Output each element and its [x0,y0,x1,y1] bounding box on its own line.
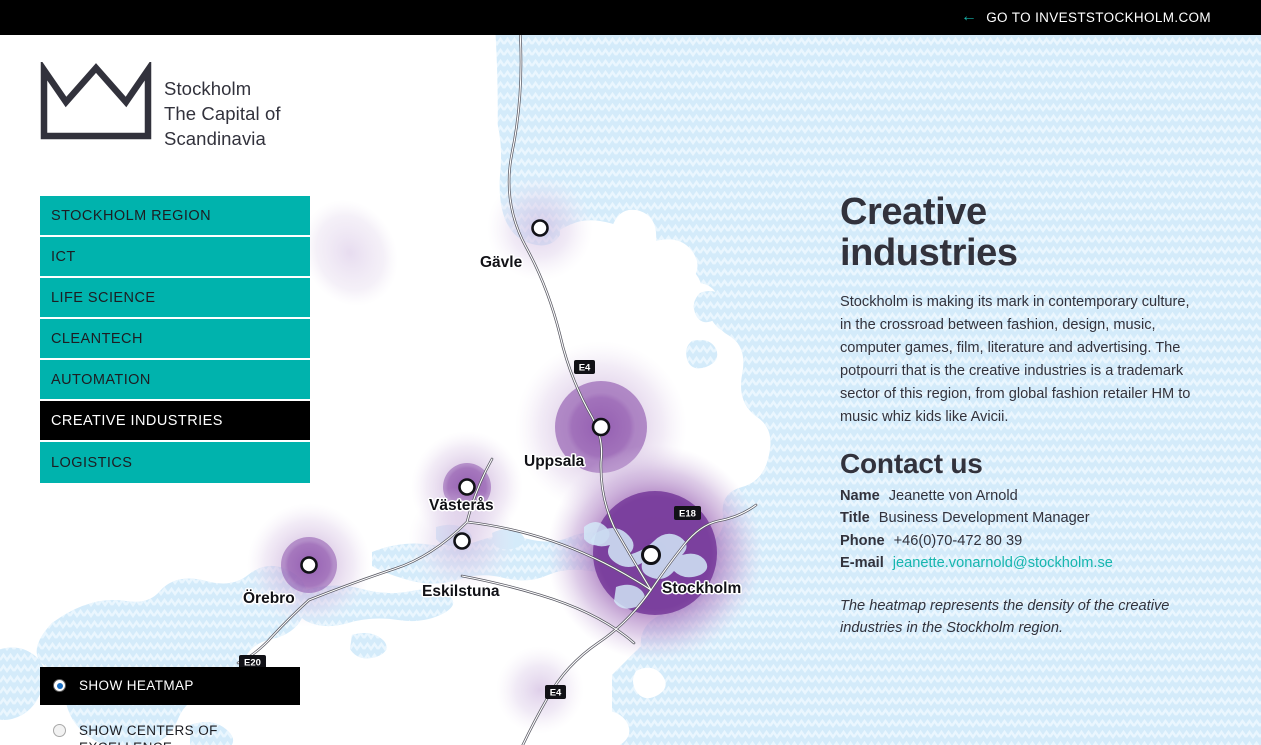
heat-south [496,646,584,734]
crown-icon [40,62,152,140]
svg-text:E4: E4 [579,363,591,374]
contact-key-phone: Phone [840,532,885,549]
app-root: E4 E18 E20 E4 Gävle Uppsala Västerås Esk… [0,0,1261,745]
svg-text:E4: E4 [550,688,562,699]
contact-row-name: Name Jeanette von Arnold [840,485,1212,507]
sector-nav: STOCKHOLM REGION ICT LIFE SCIENCE CLEANT… [40,196,310,483]
nav-label: CLEANTECH [51,330,143,347]
heatmap-note: The heatmap represents the density of th… [840,597,1170,636]
contact-key-title: Title [840,510,870,527]
contact-value-phone: +46(0)70-472 80 39 [893,532,1023,549]
road-badge-e18: E18 [674,506,701,520]
arrow-left-icon: ← [960,7,978,25]
contact-row-email: E-mail jeanette.vonarnold@stockholm.se [840,552,1212,574]
nav-item-logistics[interactable]: LOGISTICS [40,442,310,483]
radio-show-centers-label: SHOW CENTERS OF EXCELLENCE [79,723,218,745]
nav-label: STOCKHOLM REGION [51,207,212,224]
nav-item-ict[interactable]: ICT [40,237,310,278]
contact-value-title: Business Development Manager [878,510,1090,527]
nav-label: AUTOMATION [51,371,151,388]
contact-heading: Contact us [840,447,983,479]
top-bar: ← GO TO INVESTSTOCKHOLM.COM [0,0,1261,35]
city-marker-vasteras [458,478,476,496]
nav-item-creative-industries[interactable]: CREATIVE INDUSTRIES [40,401,310,442]
contact-key-name: Name [840,488,880,505]
nav-label: ICT [51,248,76,265]
nav-item-stockholm-region[interactable]: STOCKHOLM REGION [40,196,310,237]
nav-label: LOGISTICS [51,454,133,471]
nav-item-life-science[interactable]: LIFE SCIENCE [40,278,310,319]
city-marker-stockholm [641,545,661,565]
city-marker-uppsala [591,417,611,437]
contact-row-phone: Phone +46(0)70-472 80 39 [840,530,1212,552]
contact-value-name: Jeanette von Arnold [888,488,1018,505]
sector-info-panel: Creative industries Stockholm is making … [840,191,1212,639]
radio-show-centers-of-excellence[interactable]: SHOW CENTERS OF EXCELLENCE [40,714,300,745]
road-badge-e4-south: E4 [545,685,566,699]
sector-description: Stockholm is making its mark in contempo… [840,294,1191,425]
contact-row-title: Title Business Development Manager [840,507,1212,529]
nav-item-automation[interactable]: AUTOMATION [40,360,310,401]
city-marker-orebro [300,556,318,574]
road-badge-e4-north: E4 [574,360,595,374]
radio-show-heatmap-label: SHOW HEATMAP [79,678,194,693]
goto-investstockholm-label: GO TO INVESTSTOCKHOLM.COM [986,10,1211,25]
city-marker-eskilstuna [453,532,471,550]
site-logo[interactable]: Stockholm The Capital of Scandinavia [40,62,281,151]
nav-label: LIFE SCIENCE [51,289,156,306]
city-marker-gavle [531,219,549,237]
radio-unselected-icon [53,724,66,738]
contact-email-link[interactable]: jeanette.vonarnold@stockholm.se [893,552,1113,574]
logo-wordmark: Stockholm The Capital of Scandinavia [164,78,281,150]
radio-show-heatmap[interactable]: SHOW HEATMAP [40,667,300,706]
radio-selected-icon [53,679,66,692]
svg-text:E18: E18 [679,509,696,520]
nav-label: CREATIVE INDUSTRIES [51,412,223,429]
contact-details: Name Jeanette von Arnold Title Business … [840,485,1212,574]
map-layer-controls: SHOW HEATMAP SHOW CENTERS OF EXCELLENCE [40,667,300,745]
goto-investstockholm-link[interactable]: ← GO TO INVESTSTOCKHOLM.COM [961,0,1211,35]
page-title: Creative industries [840,191,1018,275]
nav-item-cleantech[interactable]: CLEANTECH [40,319,310,360]
contact-key-email: E-mail [840,554,884,571]
